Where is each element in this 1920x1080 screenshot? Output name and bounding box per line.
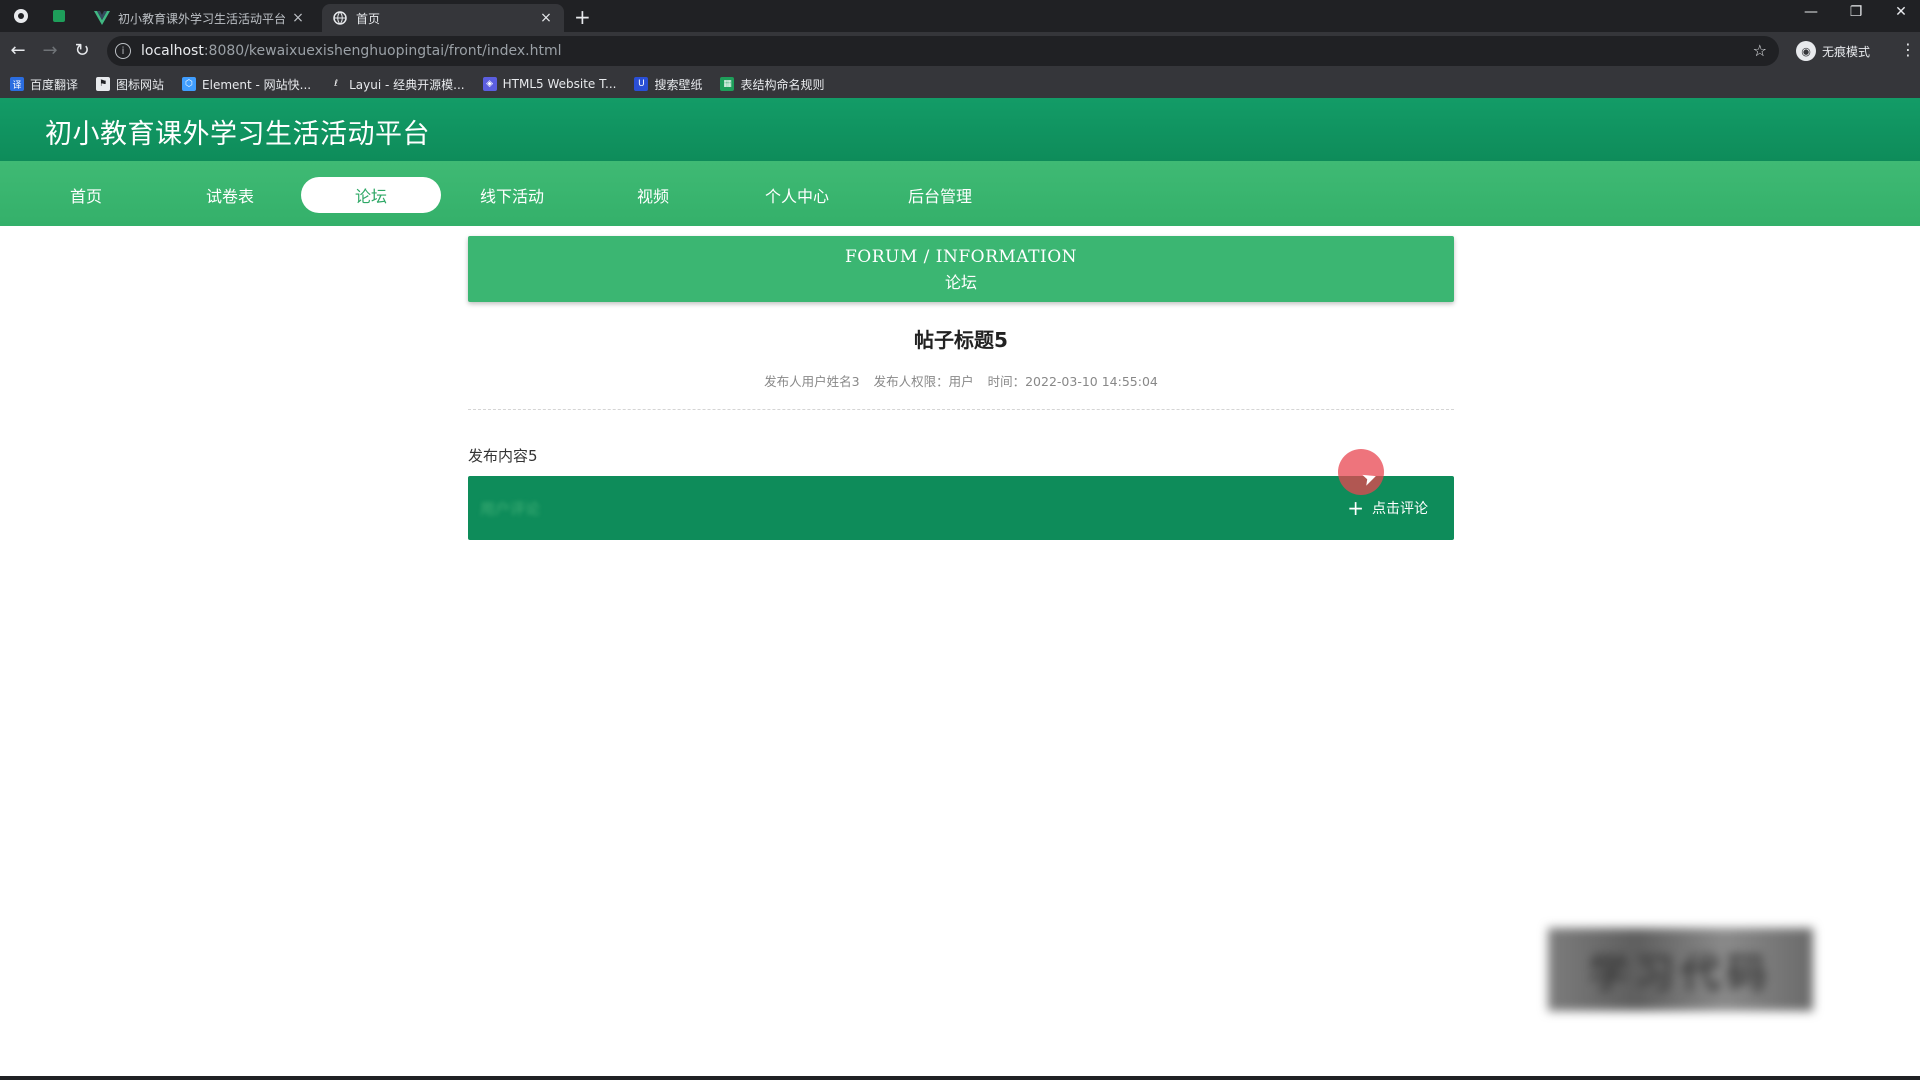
divider	[468, 409, 1454, 410]
post-meta: 发布人用户姓名3 发布人权限：用户 时间：2022-03-10 14:55:04	[468, 371, 1454, 390]
nav-personal-center[interactable]: 个人中心	[727, 177, 867, 213]
wallpaper-search-icon: U	[634, 77, 649, 91]
tab-platform[interactable]: 初小教育课外学习生活活动平台 ×	[84, 4, 316, 32]
site-info-icon[interactable]: i	[115, 43, 131, 59]
bookmark-item[interactable]: ℓ Layui - 经典开源模...	[329, 76, 465, 93]
banner-chinese: 论坛	[944, 273, 977, 292]
post-role: 发布人权限：用户	[873, 374, 974, 389]
nav-admin[interactable]: 后台管理	[870, 177, 1010, 213]
new-tab-icon[interactable]: +	[574, 5, 591, 29]
vue-logo-icon	[94, 10, 110, 26]
main-nav: 首页 试卷表 论坛 线下活动 视频 个人中心 后台管理	[0, 161, 1920, 226]
site-title: 初小教育课外学习生活活动平台	[45, 119, 430, 150]
bottom-edge	[0, 1076, 1920, 1080]
section-banner: FORUM / INFORMATION 论坛	[468, 236, 1454, 302]
post-content: 发布内容5	[468, 447, 538, 465]
bookmark-star-icon[interactable]: ☆	[1753, 41, 1767, 60]
close-window-icon[interactable]: ✕	[1886, 4, 1916, 20]
tab-title: 首页	[356, 11, 381, 26]
incognito-icon: ◉	[1796, 41, 1816, 61]
close-tab-icon[interactable]: ×	[538, 10, 554, 26]
sheet-icon: ▦	[720, 77, 735, 91]
bookmark-item[interactable]: ◈ HTML5 Website T...	[482, 77, 616, 91]
nav-forum[interactable]: 论坛	[301, 177, 441, 213]
watermark: 学习代码	[1548, 928, 1813, 1011]
forward-arrow-icon[interactable]: →	[40, 41, 60, 61]
back-arrow-icon[interactable]: ←	[8, 41, 28, 61]
nav-exams[interactable]: 试卷表	[160, 177, 300, 213]
nav-videos[interactable]: 视频	[583, 177, 723, 213]
browser-tab-bar: 初小教育课外学习生活活动平台 × 首页 × + — ❐ ✕	[0, 0, 1920, 32]
comment-header: 用户评论	[480, 500, 541, 518]
bookmarks-bar: 译百度翻译 ⚑ 图标网站 ⬡ Element - 网站快... ℓ Layui - 经…	[0, 70, 1920, 99]
banner-english: FORUM / INFORMATION	[844, 247, 1078, 267]
site-header: 初小教育课外学习生活活动平台	[0, 98, 1920, 161]
minimize-icon[interactable]: —	[1796, 4, 1826, 20]
layui-logo-icon: ℓ	[329, 77, 344, 91]
pinned-tab-icon[interactable]	[50, 7, 68, 25]
browser-toolbar: ← → ↻ i localhost:8080/kewaixuexishenghu…	[0, 32, 1920, 70]
url-path: :8080/kewaixuexishenghuopingtai/front/in…	[203, 43, 562, 59]
globe-icon	[332, 10, 348, 26]
html5-site-icon: ◈	[482, 77, 497, 91]
plus-icon: +	[1347, 496, 1364, 520]
menu-kebab-icon[interactable]: ⋮	[1900, 40, 1916, 59]
tab-search-icon[interactable]	[12, 7, 30, 25]
bookmark-item[interactable]: U 搜索壁纸	[634, 76, 702, 93]
close-tab-icon[interactable]: ×	[290, 10, 306, 26]
post-author: 发布人用户姓名3	[764, 374, 860, 389]
bookmark-item[interactable]: 译百度翻译	[10, 76, 78, 93]
bookmark-item[interactable]: ⚑ 图标网站	[96, 76, 164, 93]
add-comment-label: 点击评论	[1372, 501, 1428, 517]
translate-icon: 译	[10, 77, 24, 91]
post-title: 帖子标题5	[914, 328, 1008, 352]
reload-icon[interactable]: ↻	[72, 41, 92, 61]
nav-offline-activities[interactable]: 线下活动	[442, 177, 582, 213]
profile-label: 无痕模式	[1822, 44, 1871, 59]
tab-home[interactable]: 首页 ×	[322, 4, 564, 32]
comment-bar: 用户评论 + 点击评论	[468, 476, 1454, 540]
bookmark-item[interactable]: ▦ 表结构命名规则	[720, 76, 824, 93]
flag-icon: ⚑	[96, 77, 111, 91]
post-time: 时间：2022-03-10 14:55:04	[987, 374, 1158, 389]
restore-icon[interactable]: ❐	[1841, 4, 1871, 20]
add-comment-button[interactable]: + 点击评论	[1347, 498, 1428, 518]
nav-home[interactable]: 首页	[16, 177, 156, 213]
forum-detail: FORUM / INFORMATION 论坛 帖子标题5 发布人用户姓名3 发布…	[468, 236, 1454, 540]
incognito-profile[interactable]: ◉ 无痕模式	[1796, 41, 1870, 61]
bookmark-item[interactable]: ⬡ Element - 网站快...	[182, 76, 311, 93]
tab-title: 初小教育课外学习生活活动平台	[118, 11, 287, 26]
element-logo-icon: ⬡	[182, 77, 197, 91]
url-host: localhost	[141, 43, 204, 59]
address-bar[interactable]: i localhost:8080/kewaixuexishenghuopingt…	[107, 36, 1779, 66]
